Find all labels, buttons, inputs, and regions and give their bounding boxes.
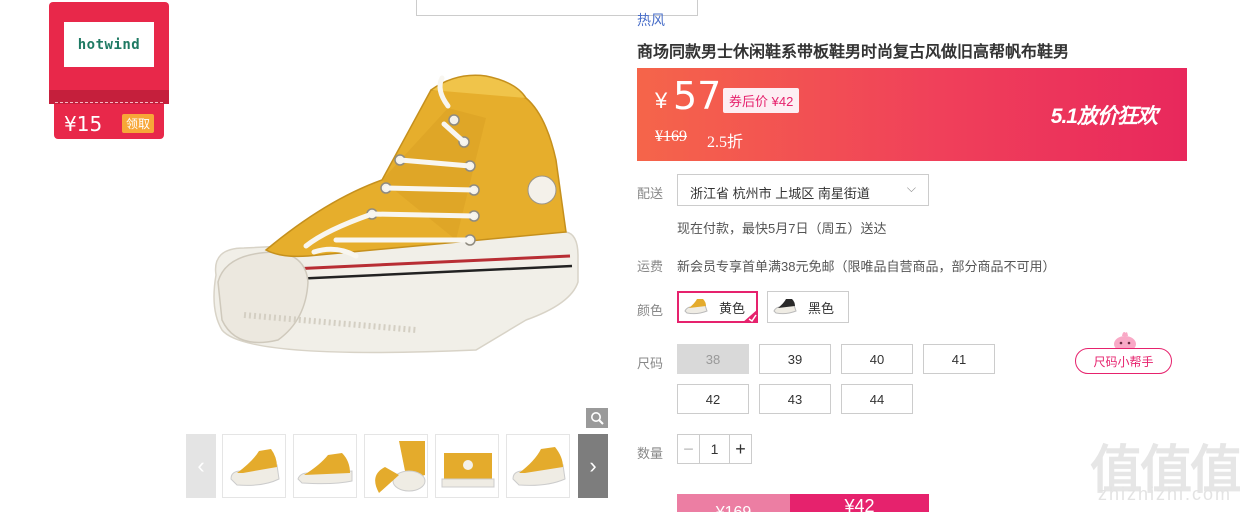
thumbnail-image [512,447,566,486]
delivery-label: 配送 [637,186,664,201]
quantity-stepper[interactable]: − 1 + [677,434,752,464]
quantity-decrease-button[interactable]: − [678,435,700,463]
chevron-left-icon: ‹ [197,453,205,478]
color-label: 颜色 [637,303,664,318]
shipping-info: 新会员专享首单满38元免邮（限唯品自营商品，部分商品不可用） [677,259,1056,274]
store-link[interactable]: 热风 [637,10,665,30]
brand-logo: hotwind [64,22,154,67]
size-option-39[interactable]: 39 [759,344,831,374]
color-option-label: 黑色 [808,300,835,316]
thumbnail-4[interactable] [435,434,499,498]
claim-coupon-button[interactable]: 领取 [121,114,154,133]
quantity-increase-button[interactable]: + [729,435,751,463]
color-option-black[interactable]: 黑色 [767,291,849,323]
watermark-site: zhizhizhi.com [1098,484,1233,504]
after-coupon-price-badge: 券后价 ¥42 [723,88,800,113]
size-option-38: 38 [677,344,749,374]
main-product-image[interactable] [186,20,608,428]
size-helper-label: 尺码小帮手 [1075,348,1172,374]
original-price: ¥169 [655,128,687,145]
price-banner: ¥ 57 券后价 ¥42 ¥169 2.5折 5.1放价狂欢 [637,68,1187,161]
quantity-label: 数量 [637,446,664,461]
coupon-footer: ¥15 领取 [54,104,164,139]
shipping-label: 运费 [637,259,664,274]
current-price: 57 [673,74,722,118]
address-selector[interactable]: 浙江省 杭州市 上城区 南星街道 ⌵ [677,174,929,206]
discount-rate: 2.5折 [707,134,744,151]
thumbnail-image [230,449,280,486]
thumbnail-image [297,453,353,485]
buy-with-coupon-button[interactable]: ¥42 [790,494,929,512]
coupon-amount: ¥15 [64,112,103,136]
quantity-value[interactable]: 1 [700,435,729,463]
size-option-43[interactable]: 43 [759,384,831,414]
thumbnail-prev-button[interactable]: ‹ [186,434,216,498]
thumbnail-1[interactable] [222,434,286,498]
promo-label: 5.1放价狂欢 [1050,105,1158,128]
thumbnail-next-button[interactable]: › [578,434,608,498]
address-text: 浙江省 杭州市 上城区 南星街道 [690,186,870,201]
currency-symbol: ¥ [655,88,668,113]
size-option-41[interactable]: 41 [923,344,995,374]
product-title: 商场同款男士休闲鞋系带板鞋男时尚复古风做旧高帮帆布鞋男 [637,44,1070,61]
size-option-42[interactable]: 42 [677,384,749,414]
magnifier-icon [591,412,604,425]
coupon-header: hotwind [49,2,169,102]
store-coupon-card[interactable]: hotwind ¥15 领取 [49,2,169,139]
thumbnail-3[interactable] [364,434,428,498]
delivery-eta: 现在付款，最快5月7日（周五）送达 [677,221,887,236]
selected-check-icon [742,309,758,323]
yellow-shoe-swatch [684,299,708,315]
color-option-yellow[interactable]: 黄色 [677,291,758,323]
thumbnail-5[interactable] [506,434,570,498]
size-label: 尺码 [637,356,664,371]
coupon-fold [49,90,169,104]
size-option-40[interactable]: 40 [841,344,913,374]
thumbnail-2[interactable] [293,434,357,498]
chevron-down-icon: ⌵ [906,181,916,195]
buy-original-price-button[interactable]: ¥169 [677,494,790,512]
thumbnail-image [375,441,426,493]
size-helper-button[interactable]: 尺码小帮手 [1075,330,1172,374]
chevron-right-icon: › [589,453,597,478]
zoom-button[interactable] [586,408,608,428]
black-shoe-swatch [773,299,797,315]
thumbnail-image [441,453,495,488]
size-option-44[interactable]: 44 [841,384,913,414]
